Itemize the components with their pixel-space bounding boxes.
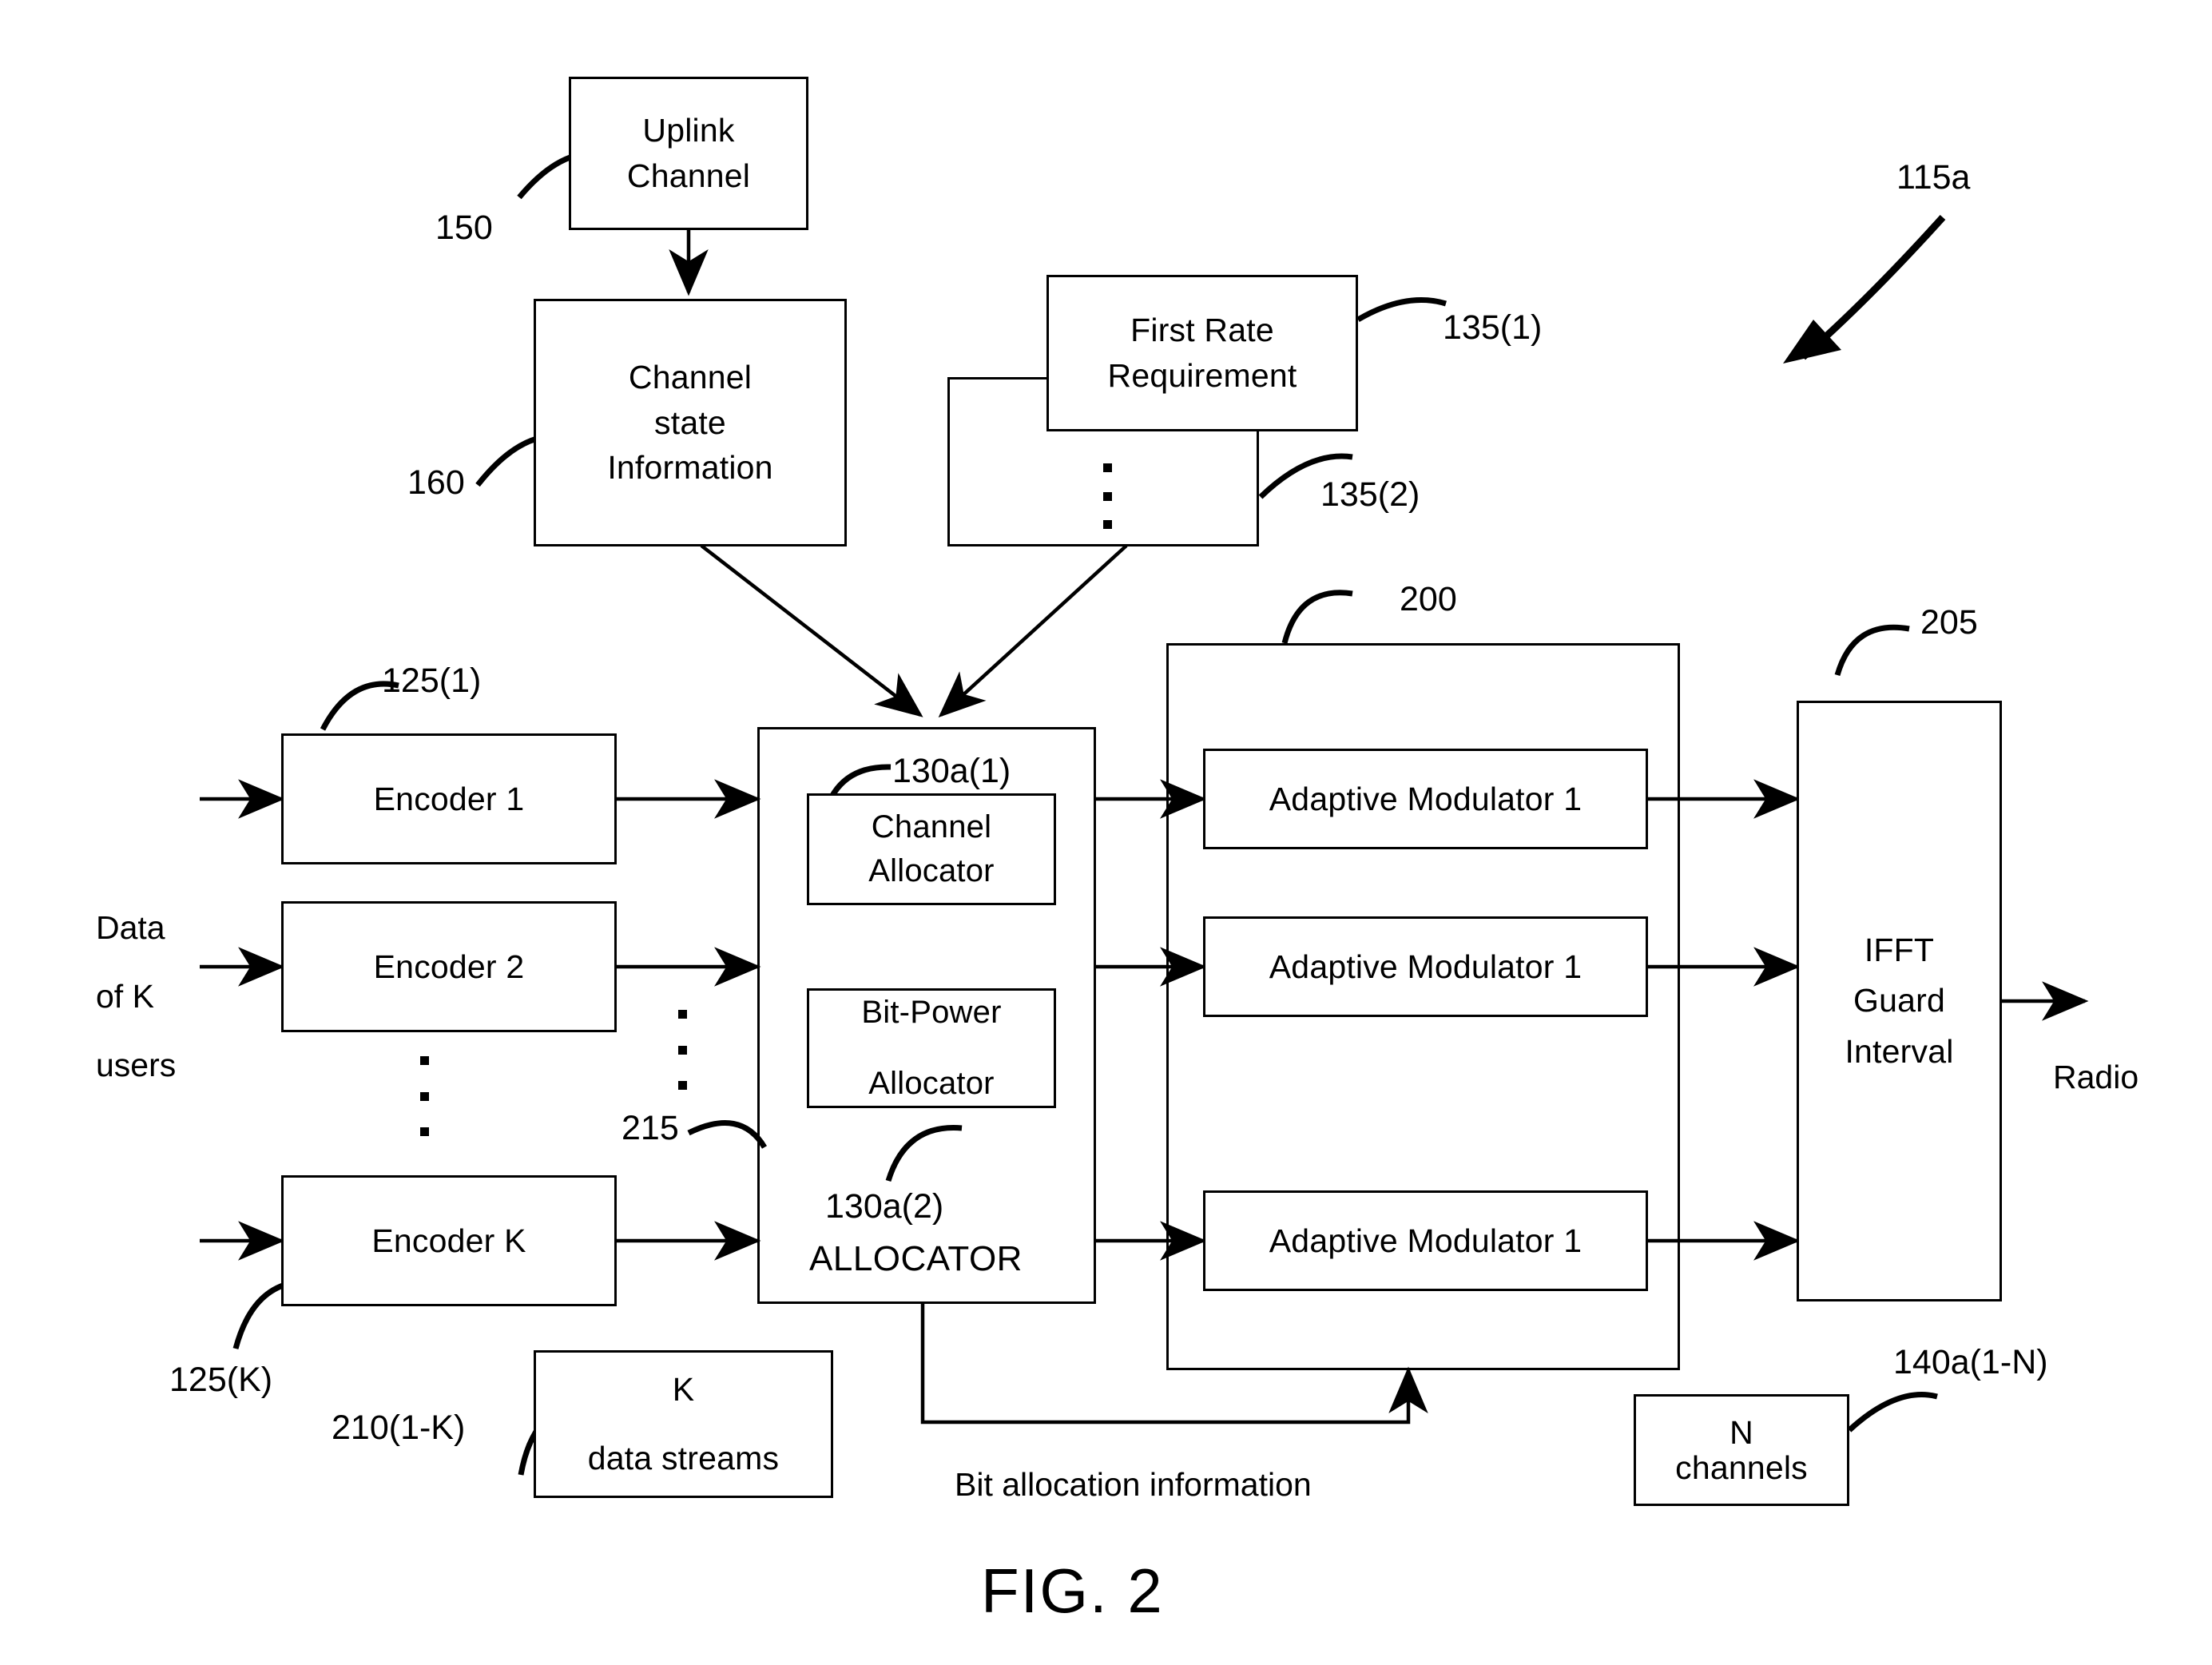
block-channel-state-information[interactable]: Channel state Information <box>534 299 847 546</box>
leader-200 <box>1281 590 1353 644</box>
patent-figure-page: Uplink Channel 150 Channel state Informa… <box>0 0 2212 1665</box>
encoder-column-ellipsis <box>419 1056 429 1136</box>
block-adaptive-modulator-3[interactable]: Adaptive Modulator 1 <box>1203 1190 1648 1291</box>
leader-205 <box>1834 624 1910 676</box>
block-uplink-channel[interactable]: Uplink Channel <box>569 77 808 230</box>
block-adaptive-modulator-1[interactable]: Adaptive Modulator 1 <box>1203 749 1648 849</box>
wire-rate-to-allocator <box>938 544 1128 718</box>
block-n-channels-label: N channels <box>1675 1413 1808 1486</box>
ref-130a-1: 130a(1) <box>892 752 1011 790</box>
ref-125-1: 125(1) <box>382 662 482 700</box>
block-n-channels[interactable]: N channels <box>1634 1394 1849 1506</box>
ref-115a: 115a <box>1896 158 1971 197</box>
label-bit-allocation-information: Bit allocation information <box>955 1466 1312 1503</box>
block-encoder-1-label: Encoder 1 <box>373 780 525 817</box>
pointer-115a-arrow <box>1801 214 1946 360</box>
block-adaptive-modulator-2-label: Adaptive Modulator 1 <box>1269 948 1583 985</box>
ref-135-1: 135(1) <box>1443 308 1543 347</box>
block-csi-label: Channel state Information <box>607 359 773 487</box>
encoder-output-ellipsis <box>677 1010 687 1090</box>
label-radio: Radio <box>2053 1059 2139 1095</box>
block-k-data-streams-label: K data streams <box>587 1370 780 1477</box>
ref-125-k: 125(K) <box>169 1361 273 1399</box>
ref-150: 150 <box>435 209 493 247</box>
block-encoder-1[interactable]: Encoder 1 <box>281 733 617 864</box>
ref-215: 215 <box>622 1109 679 1147</box>
ref-130a-2: 130a(2) <box>825 1187 944 1226</box>
leader-215 <box>687 1120 768 1149</box>
block-channel-allocator-label: Channel Allocator <box>868 809 995 888</box>
block-channel-allocator[interactable]: Channel Allocator <box>807 793 1056 905</box>
block-encoder-2-label: Encoder 2 <box>373 948 525 985</box>
leader-135-1 <box>1356 297 1448 323</box>
block-encoder-2[interactable]: Encoder 2 <box>281 901 617 1032</box>
block-adaptive-modulator-3-label: Adaptive Modulator 1 <box>1269 1222 1583 1259</box>
ref-200: 200 <box>1400 580 1457 618</box>
block-k-data-streams[interactable]: K data streams <box>534 1350 833 1498</box>
ref-210-1-k: 210(1-K) <box>332 1409 466 1447</box>
block-ifft-guard-interval[interactable]: IFFT Guard Interval <box>1797 701 2002 1301</box>
block-adaptive-modulator-1-label: Adaptive Modulator 1 <box>1269 780 1583 817</box>
pointer-115a-arrowhead <box>1783 320 1841 364</box>
block-bit-power-allocator[interactable]: Bit-Power Allocator <box>807 988 1056 1108</box>
ref-135-2: 135(2) <box>1320 475 1420 514</box>
block-ifft-label: IFFT Guard Interval <box>1845 931 1954 1070</box>
block-allocator-title: ALLOCATOR <box>809 1239 1023 1278</box>
block-uplink-channel-label: Uplink Channel <box>626 112 751 194</box>
figure-caption: FIG. 2 <box>981 1556 1164 1626</box>
label-data-of-k-users: Data of K users <box>96 909 177 1084</box>
wire-csi-to-allocator <box>700 544 923 717</box>
block-adaptive-modulator-2[interactable]: Adaptive Modulator 1 <box>1203 916 1648 1017</box>
ref-205: 205 <box>1920 603 1978 642</box>
block-encoder-k-label: Encoder K <box>371 1222 526 1259</box>
block-bit-power-allocator-label: Bit-Power Allocator <box>861 994 1002 1102</box>
ref-160: 160 <box>407 463 465 502</box>
rate-requirement-vertical-ellipsis <box>1102 463 1112 529</box>
block-encoder-k[interactable]: Encoder K <box>281 1175 617 1306</box>
leader-140a <box>1847 1392 1938 1433</box>
block-first-rate-label: First Rate Requirement <box>1107 312 1297 394</box>
ref-140a-1-n: 140a(1-N) <box>1893 1343 2048 1381</box>
block-first-rate-requirement[interactable]: First Rate Requirement <box>1046 275 1358 431</box>
